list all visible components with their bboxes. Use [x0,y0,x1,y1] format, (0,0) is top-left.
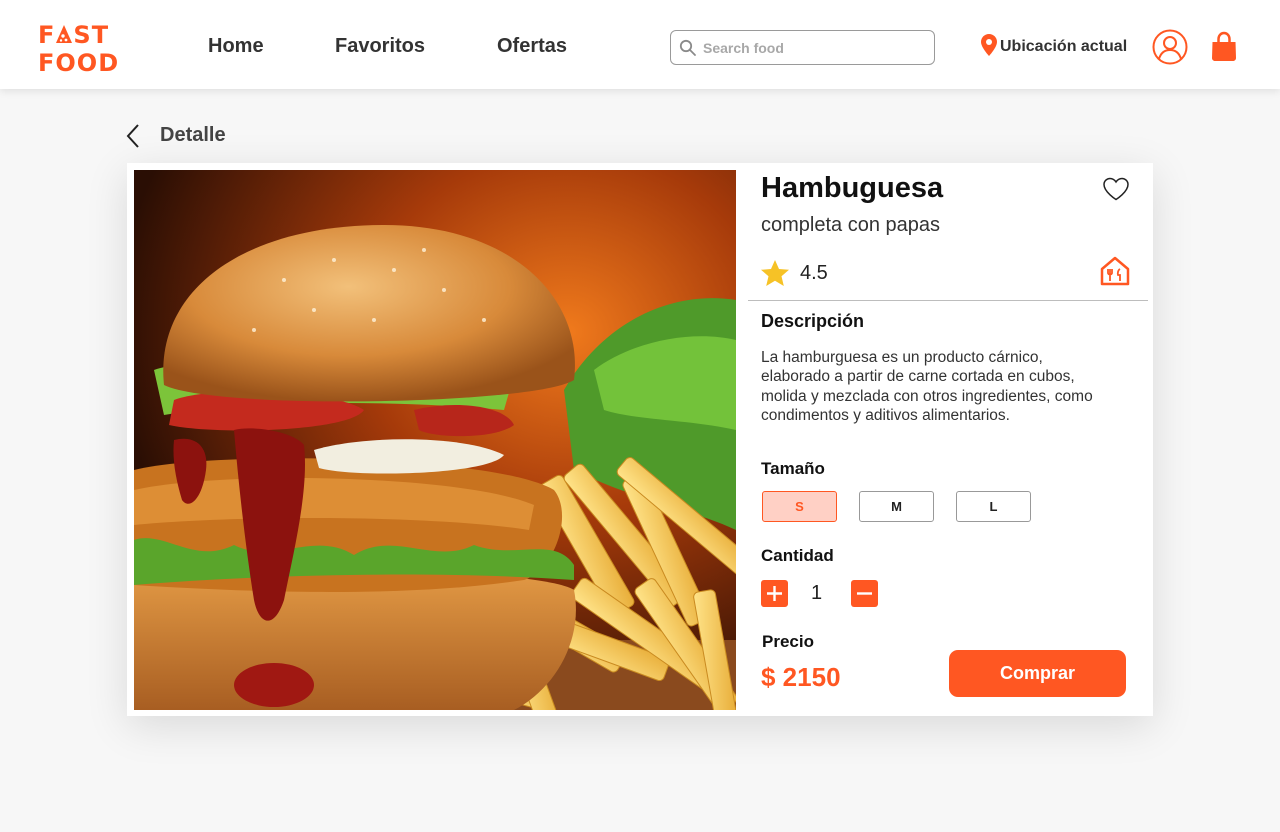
pizza-slice-icon [56,25,73,43]
product-photo [134,170,736,710]
description-label: Descripción [761,311,865,331]
quantity-value: 1 [811,582,823,604]
logo-letter-f: F [38,21,56,49]
product-card: Hambuguesa completa con papas 4.5 Descri… [127,163,1153,716]
size-label: Tamaño [761,459,825,478]
divider [748,300,1148,301]
shopping-bag-icon[interactable] [1210,31,1238,63]
search-input[interactable] [703,35,923,61]
chevron-left-icon[interactable] [124,123,142,149]
search-icon [679,39,696,56]
rating-value: 4.5 [800,262,828,284]
user-icon[interactable] [1152,29,1188,65]
product-title: Hambuguesa [761,172,944,204]
page-title: Detalle [160,124,226,146]
minus-icon [857,592,872,595]
location-label: Ubicación actual [1000,38,1128,55]
nav-home[interactable]: Home [208,35,264,58]
size-option-l[interactable]: L [956,491,1031,522]
quantity-increase-button[interactable] [761,580,788,607]
search-box [670,30,935,65]
location-pin-icon [981,34,997,56]
price-value: $ 2150 [761,662,841,692]
size-option-m[interactable]: M [859,491,934,522]
star-icon [761,260,789,286]
plus-icon [767,586,782,601]
product-subtitle: completa con papas [761,214,941,236]
top-navbar: F ST FOOD Home Favoritos Ofertas Ubicació… [0,0,1280,89]
quantity-decrease-button[interactable] [851,580,878,607]
quantity-label: Cantidad [761,546,834,565]
fast-food-logo[interactable]: F ST FOOD [38,21,128,77]
logo-line-1: F ST [38,21,128,49]
price-label: Precio [762,632,814,651]
product-description: La hamburguesa es un producto cárnico, e… [761,349,1093,424]
size-option-s[interactable]: S [762,491,837,522]
buy-button[interactable]: Comprar [949,650,1126,697]
restaurant-icon[interactable] [1099,256,1131,286]
logo-line-2: FOOD [38,49,120,77]
nav-ofertas[interactable]: Ofertas [497,35,567,58]
logo-letters-st: ST [73,21,110,49]
burger-illustration [134,170,736,710]
nav-favoritos[interactable]: Favoritos [335,35,425,58]
heart-icon[interactable] [1102,176,1130,202]
